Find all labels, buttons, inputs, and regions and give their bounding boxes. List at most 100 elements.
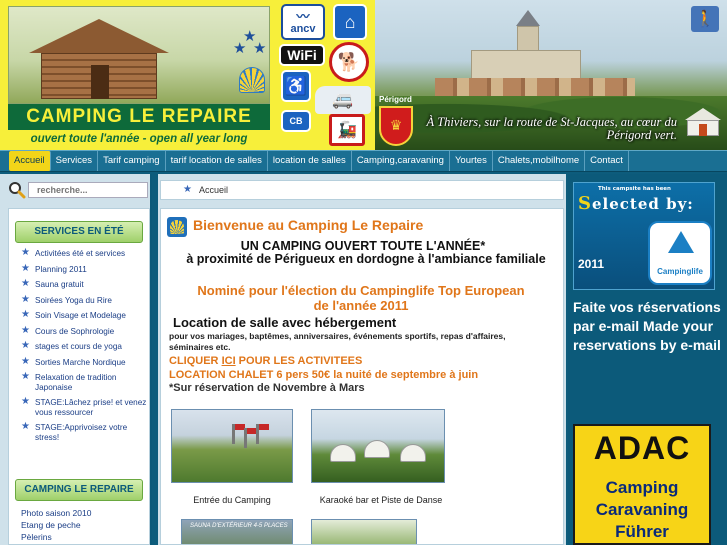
list-item[interactable]: ★ Cours de Sophrologie xyxy=(21,324,147,337)
list-item[interactable]: ★ Sorties Marche Nordique xyxy=(21,355,147,368)
cabin-door xyxy=(91,65,109,99)
headline-open-all-year: UN CAMPING OUVERT TOUTE L'ANNÉE* xyxy=(240,239,486,253)
list-item[interactable]: ★ STAGE:Apprivoisez votre stress! xyxy=(21,422,147,442)
coat-of-arms-icon: ♛ xyxy=(379,106,413,146)
service-link[interactable]: STAGE:Apprivoisez votre stress! xyxy=(35,423,127,442)
list-item[interactable]: ★ Planning 2011 xyxy=(21,262,147,275)
wifi-icon: WiFi xyxy=(279,44,325,66)
selected-rest: elected by: xyxy=(592,195,694,213)
bird-icon: 〰 xyxy=(296,8,310,24)
service-link[interactable]: Soirées Yoga du Rire xyxy=(35,296,112,305)
service-link[interactable]: Cours de Sophrologie xyxy=(35,327,114,336)
repaire-list: Photo saison 2010 Etang de peche Pèlerin… xyxy=(21,507,147,543)
nav-item-location-salles[interactable]: location de salles xyxy=(268,151,352,171)
photo-entree-camping[interactable] xyxy=(171,409,293,483)
service-link[interactable]: stages et cours de yoga xyxy=(35,342,122,351)
nav-item-contact[interactable]: Contact xyxy=(585,151,629,171)
chalet-offer: LOCATION CHALET 6 pers 50€ la nuité de s… xyxy=(169,369,479,381)
campinglife-banner[interactable]: This campsite has been Selected by: 2011… xyxy=(573,182,715,290)
nav-item-yourtes[interactable]: Yourtes xyxy=(450,151,493,171)
list-item[interactable]: ★ Activitées été et services xyxy=(21,247,147,259)
adac-line-fuhrer: Führer xyxy=(615,522,669,541)
adac-line-caravaning: Caravaning xyxy=(595,500,689,519)
service-link[interactable]: Relaxation de tradition Japonaise xyxy=(35,373,116,392)
list-item[interactable]: ★ Soin Visage et Modelage xyxy=(21,309,147,321)
service-link[interactable]: STAGE:Lâchez prise! et venez vous ressou… xyxy=(35,398,146,417)
nav-item-tarif-camping[interactable]: Tarif camping xyxy=(98,151,166,171)
nav-item-services[interactable]: Services xyxy=(51,151,99,171)
campinglife-year: 2011 xyxy=(578,257,605,271)
repaire-link-etang[interactable]: Etang de peche xyxy=(21,519,147,531)
photo-sauna[interactable]: SAUNA D'EXTÉRIEUR 4-5 PLACES xyxy=(181,519,293,544)
cabin-roof xyxy=(29,19,169,53)
wheelchair-icon: ♿ xyxy=(281,70,311,102)
sauna-label: SAUNA D'EXTÉRIEUR 4-5 PLACES xyxy=(190,523,288,529)
star-icon: ★ xyxy=(21,324,30,336)
services-list: ★ Activitées été et services ★ Planning 20… xyxy=(21,247,147,448)
list-item[interactable]: ★ stages et cours de yoga xyxy=(21,341,147,352)
left-sidebar: SERVICES EN ÉTÉ ★ Activitées été et servi… xyxy=(0,174,152,545)
caption-karaoke: Karaoké bar et Piste de Danse xyxy=(319,495,443,505)
reservation-email-text[interactable]: Faite vos réservations par e-mail Made y… xyxy=(573,298,723,355)
church-spire xyxy=(516,10,540,26)
search-icon[interactable] xyxy=(8,181,26,199)
list-item[interactable]: ★ STAGE:Lâchez prise! et venez vous resso… xyxy=(21,396,147,417)
repaire-link-pelerins[interactable]: Pèlerins xyxy=(21,531,147,543)
star-icon: ★ xyxy=(21,396,30,407)
photo-yurts[interactable] xyxy=(311,519,417,544)
salle-description: pour vos mariages, baptêmes, anniversair… xyxy=(169,331,506,352)
list-item[interactable]: ★ Relaxation de tradition Japonaise xyxy=(21,371,147,392)
ancv-badge: 〰 ancv xyxy=(281,4,325,40)
nav-item-tarif-location-salles[interactable]: tarif location de salles xyxy=(166,151,268,171)
list-item[interactable]: ★ Sauna gratuit xyxy=(21,279,147,290)
service-link[interactable]: Activitées été et services xyxy=(35,249,125,258)
region-label: Périgord xyxy=(379,95,412,104)
nav-item-chalets-mobilhome[interactable]: Chalets,mobilhome xyxy=(493,151,586,171)
yurt-icon xyxy=(330,444,356,462)
search-box xyxy=(8,180,148,200)
list-item[interactable]: ★ Soirées Yoga du Rire xyxy=(21,293,147,306)
adac-banner[interactable]: ADAC Camping Caravaning Führer xyxy=(573,424,711,545)
search-input[interactable] xyxy=(28,182,148,198)
service-link[interactable]: Sorties Marche Nordique xyxy=(35,358,126,367)
star-icon: ★ xyxy=(183,184,192,195)
service-link[interactable]: Soin Visage et Modelage xyxy=(35,311,126,320)
flag-icon xyxy=(244,428,257,448)
repaire-link-photo-saison[interactable]: Photo saison 2010 xyxy=(21,507,147,519)
nav-item-camping-caravaning[interactable]: Camping,caravaning xyxy=(352,151,450,171)
campinglife-name: Campinglife xyxy=(657,267,703,276)
star-icon: ★ xyxy=(21,247,30,258)
nominee-text: Nominé pour l'élection du Campinglife To… xyxy=(197,283,525,313)
main-nav: Accueil Services Tarif camping tarif loc… xyxy=(0,150,727,172)
shell-icon xyxy=(239,67,265,93)
logo-title: CAMPING LE REPAIRE xyxy=(8,104,270,130)
page-title: Bienvenue au Camping Le Repaire xyxy=(193,217,424,233)
yurt-icon xyxy=(400,444,426,462)
adac-logo: ADAC xyxy=(593,430,691,466)
nav-item-accueil[interactable]: Accueil xyxy=(9,151,51,171)
amenity-badges: 〰 ancv ⌂ WiFi 🐕 ♿ 🚐 CB 🚂 xyxy=(275,0,375,152)
activities-link[interactable]: ICI xyxy=(222,355,236,367)
yurt-icon xyxy=(685,108,721,138)
service-link[interactable]: Sauna gratuit xyxy=(35,280,84,289)
camper-van-icon: 🚐 xyxy=(315,86,371,114)
shell-icon xyxy=(167,217,187,237)
logo-cabin-image: ★ ★ ★ xyxy=(8,6,270,104)
service-link[interactable]: Planning 2011 xyxy=(35,265,87,274)
site-logo[interactable]: ★ ★ ★ CAMPING LE REPAIRE ouvert toute l'… xyxy=(0,0,275,152)
campinglife-logo: Campinglife xyxy=(648,221,712,285)
hiker-icon[interactable]: 🚶 xyxy=(691,6,719,32)
star-icon: ★ xyxy=(21,309,30,320)
activities-callout: CLIQUER ICI POUR LES ACTIVITEES xyxy=(169,355,362,367)
breadcrumb-accueil[interactable]: Accueil xyxy=(199,181,228,199)
star-icon: ★ xyxy=(253,39,267,57)
campinglife-intro: This campsite has been xyxy=(598,186,671,192)
star-icon: ★ xyxy=(21,262,30,274)
star-icon: ★ xyxy=(21,371,30,382)
salle-heading: Location de salle avec hébergement xyxy=(173,315,397,330)
star-icon: ★ xyxy=(21,293,30,305)
cliquer-suffix: POUR LES ACTIVITEES xyxy=(235,355,363,367)
star-icon: ★ xyxy=(21,355,30,367)
cliquer-prefix: CLIQUER xyxy=(169,355,222,367)
photo-karaoke-bar[interactable] xyxy=(311,409,445,483)
